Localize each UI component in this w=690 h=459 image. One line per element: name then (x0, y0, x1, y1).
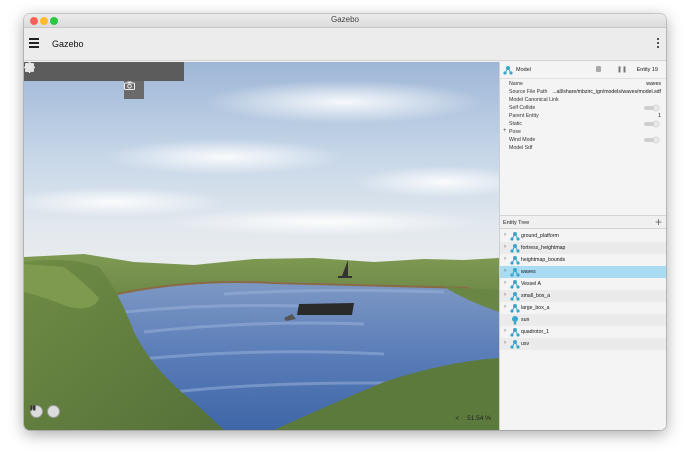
lock-icon[interactable] (596, 66, 601, 72)
menu-icon[interactable] (29, 38, 39, 48)
model-icon (510, 280, 520, 289)
chevron-right-icon[interactable]: › (504, 268, 506, 274)
camera-icon (124, 81, 135, 90)
component-inspector-header: Model ❚❚ Entity 19 (500, 62, 666, 79)
prop-row-wind-mode: Wind Mode (500, 136, 666, 144)
model-icon (510, 340, 520, 349)
real-time-factor: < 51.54 % (455, 415, 491, 422)
3d-scene-viewport[interactable]: < 51.54 % (24, 62, 499, 430)
model-icon (510, 304, 520, 313)
ellipsoid-tool[interactable] (24, 62, 126, 81)
model-icon (510, 244, 520, 253)
entity-id-label: Entity 19 (636, 67, 658, 73)
prop-row-name: Name waves (509, 81, 661, 87)
tree-item-quadrotor-1[interactable]: › quadrotor_1 (500, 326, 666, 338)
prop-row-self-collide: Self Collide (500, 104, 666, 112)
static-toggle[interactable] (644, 121, 659, 127)
model-icon (503, 66, 513, 75)
expand-pose-icon[interactable]: + (503, 128, 507, 134)
prop-row-source-file-path: Source File Path ...all/share/mbzirc_ign… (509, 89, 661, 95)
tree-item-small-box-a[interactable]: › small_box_a (500, 290, 666, 302)
add-entity-button[interactable]: + (655, 215, 662, 229)
tree-item-usv[interactable]: › usv (500, 338, 666, 350)
chevron-right-icon[interactable]: › (504, 328, 506, 334)
prop-row-pose[interactable]: + Pose (500, 128, 666, 136)
light-icon (512, 316, 518, 325)
point-light-tool[interactable] (24, 62, 146, 81)
spotlight-icon (25, 63, 35, 73)
collapse-stats-button[interactable]: < (455, 415, 459, 422)
component-properties: Name waves Source File Path ...all/share… (500, 79, 666, 152)
step-icon (30, 405, 36, 411)
model-icon (510, 232, 520, 241)
chevron-right-icon[interactable]: › (504, 244, 506, 250)
directional-light-tool[interactable] (24, 62, 165, 81)
tree-item-ground-platform[interactable]: › ground_platform (500, 230, 666, 242)
prop-row-parent-entity: Parent Entity 1 (509, 113, 661, 119)
main-content: < 51.54 % Model ❚❚ Entity 19 Name waves … (24, 62, 666, 430)
chevron-right-icon[interactable]: › (504, 256, 506, 262)
model-icon (510, 256, 520, 265)
more-options-icon[interactable] (656, 38, 660, 50)
prop-row-static: Static (500, 120, 666, 128)
step-button[interactable] (30, 405, 60, 418)
scene-render (24, 80, 499, 430)
window-title: Gazebo (330, 15, 360, 24)
chevron-right-icon[interactable]: › (504, 292, 506, 298)
spot-light-tool[interactable] (25, 62, 185, 81)
self-collide-toggle[interactable] (644, 105, 659, 111)
entity-tree-header: Entity Tree + (500, 215, 666, 229)
chevron-right-icon[interactable]: › (504, 340, 506, 346)
app-title: Gazebo (52, 39, 84, 49)
tree-item-waves[interactable]: › waves (500, 266, 666, 278)
model-icon (510, 292, 520, 301)
gazebo-window: Gazebo Gazebo < 51.54 % Model ❚❚ Entity … (24, 14, 666, 430)
tree-item-vessel-a[interactable]: › Vessel A (500, 278, 666, 290)
cylinder-tool[interactable] (26, 62, 87, 81)
chevron-right-icon[interactable]: › (504, 232, 506, 238)
rtf-value: 51.54 % (467, 415, 491, 422)
tree-item-large-box-a[interactable]: › large_box_a (500, 302, 666, 314)
app-bar: Gazebo (24, 28, 666, 61)
playback-controls (30, 405, 60, 418)
prop-row-canonical-link: Model Canonical Link (509, 97, 559, 103)
chevron-right-icon[interactable]: › (504, 304, 506, 310)
right-panel: Model ❚❚ Entity 19 Name waves Source Fil… (499, 62, 666, 430)
window-titlebar: Gazebo (24, 14, 666, 28)
entity-tree-list: › ground_platform › fortress_heightmap ›… (500, 230, 666, 350)
model-icon (510, 328, 520, 337)
tree-item-heightmap-bounds[interactable]: › heightmap_bounds (500, 254, 666, 266)
entity-type-label: Model (516, 67, 531, 73)
tree-item-sun[interactable]: sun (500, 314, 666, 326)
wind-mode-toggle[interactable] (644, 137, 659, 143)
sphere-tool[interactable] (25, 62, 68, 81)
shapes-toolbar (24, 62, 184, 81)
pause-updates-icon[interactable]: ❚❚ (617, 66, 627, 73)
entity-tree-title: Entity Tree (503, 220, 530, 226)
chevron-right-icon[interactable]: › (504, 280, 506, 286)
screenshot-button[interactable] (124, 81, 144, 99)
prop-row-model-sdf: Model Sdf (509, 145, 533, 151)
tree-item-fortress-heightmap[interactable]: › fortress_heightmap (500, 242, 666, 254)
capsule-tool[interactable] (27, 62, 107, 81)
model-icon (510, 268, 520, 277)
